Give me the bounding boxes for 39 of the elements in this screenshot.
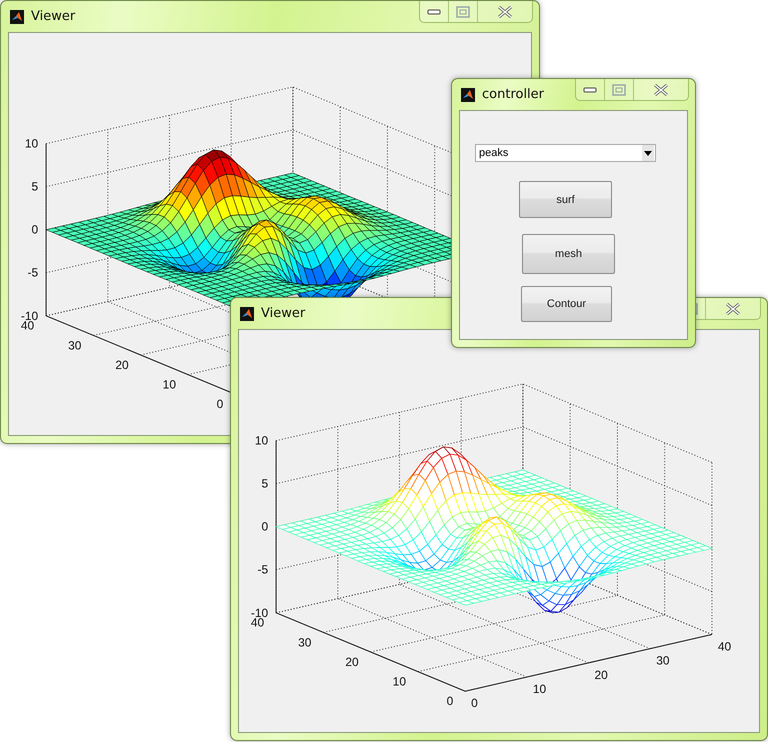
tick-label: 30 — [656, 654, 670, 668]
push-button[interactable]: surf — [519, 181, 612, 218]
tick-label: 10 — [532, 682, 546, 696]
close-icon — [653, 84, 669, 96]
tick-label: 40 — [250, 616, 264, 630]
tick-label: 10 — [162, 378, 176, 392]
tick-label: 10 — [254, 434, 268, 448]
tick-label: 20 — [345, 654, 359, 669]
app-icon — [10, 10, 24, 24]
caret-icon — [642, 145, 654, 161]
close-icon — [725, 302, 741, 314]
tick-label: 20 — [594, 668, 608, 682]
tick-label: 5 — [262, 476, 268, 491]
tick-label: -5 — [28, 266, 38, 280]
tick-label: 40 — [718, 639, 732, 654]
tick-label: 40 — [20, 318, 34, 333]
dropdown[interactable]: peaks — [475, 144, 656, 162]
app-icon — [240, 306, 254, 320]
push-button[interactable]: Contour — [521, 286, 612, 322]
tick-label: 30 — [68, 338, 82, 352]
tick-label: 10 — [24, 136, 38, 151]
tick-label: 0 — [32, 222, 38, 237]
window-title: Viewer — [31, 9, 76, 24]
tick-label: 0 — [216, 397, 224, 412]
minimize-icon — [583, 86, 597, 92]
tick-label: 10 — [392, 674, 406, 689]
minimize-icon — [427, 8, 441, 14]
window-title: controller — [482, 87, 544, 102]
app-icon — [461, 88, 475, 102]
push-button[interactable]: mesh — [522, 234, 615, 274]
tick-label: 30 — [298, 635, 312, 650]
tick-label: 0 — [446, 694, 454, 708]
tick-label: 0 — [262, 520, 268, 534]
close-icon — [497, 6, 513, 18]
window-title: Viewer — [261, 306, 306, 321]
tick-label: 5 — [32, 180, 38, 194]
tick-label: 20 — [115, 358, 129, 372]
tick-label: -5 — [258, 562, 268, 577]
tick-label: 0 — [471, 696, 478, 710]
